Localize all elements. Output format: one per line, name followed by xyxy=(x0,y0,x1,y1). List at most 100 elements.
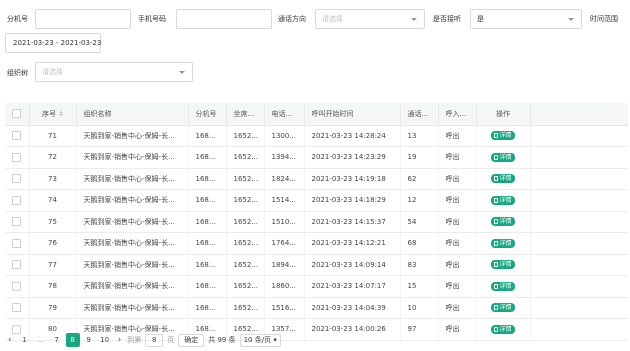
row-select-cell[interactable] xyxy=(5,232,30,255)
date-range-input[interactable]: 2021-03-23 - 2021-03-23 xyxy=(5,33,101,53)
cell-no: 72 xyxy=(29,146,77,169)
sort-icon[interactable] xyxy=(59,111,63,117)
row-select-cell[interactable] xyxy=(5,275,30,298)
chevron-right-icon[interactable]: › xyxy=(118,335,122,345)
page-9[interactable]: 9 xyxy=(82,333,96,347)
cell-phone: 1394... xyxy=(264,146,305,169)
row-checkbox[interactable] xyxy=(12,238,22,248)
row-select-cell[interactable] xyxy=(5,254,30,276)
cell-duration: 83 xyxy=(400,254,439,276)
cell-direction: 呼出 xyxy=(438,297,477,319)
page-7[interactable]: 7 xyxy=(50,333,64,347)
cell-start-time: 2021-03-23 14:12:21 xyxy=(304,232,401,255)
row-checkbox[interactable] xyxy=(12,260,22,270)
page-10[interactable]: 10 xyxy=(98,333,112,347)
row-checkbox[interactable] xyxy=(12,303,22,313)
detail-button[interactable]: 详情 xyxy=(491,324,515,334)
header-no-label: 序号 xyxy=(42,109,56,118)
cell-action: 详情 xyxy=(476,211,531,233)
header-direction: 呼入... xyxy=(438,103,477,126)
table-row: 73 天鹅到家-销售中心-保姆-长... 168... 1652... 1824... 2… xyxy=(5,168,628,190)
page-ellipsis[interactable]: ... xyxy=(34,333,48,347)
row-checkbox[interactable] xyxy=(12,152,22,162)
row-checkbox[interactable] xyxy=(12,195,22,205)
row-select-cell[interactable] xyxy=(5,146,30,169)
cell-org: 天鹅到家-销售中心-保姆-长... xyxy=(76,189,189,212)
cell-action: 详情 xyxy=(476,275,531,298)
cell-duration: 68 xyxy=(400,232,439,255)
row-select-cell[interactable] xyxy=(5,125,30,147)
table-header-row: 序号 组织名称 分机号 坐席... 电话... 呼叫开始时间 通话... 呼入.… xyxy=(5,103,628,126)
page-first[interactable]: 1 xyxy=(18,333,32,347)
detail-button[interactable]: 详情 xyxy=(491,281,515,291)
cell-org: 天鹅到家-销售中心-保姆-长... xyxy=(76,211,189,233)
ext-input[interactable] xyxy=(35,9,131,29)
detail-button-label: 详情 xyxy=(499,132,512,140)
cell-seat: 1652... xyxy=(226,232,265,255)
cell-seat: 1652... xyxy=(226,125,265,147)
row-select-cell[interactable] xyxy=(5,168,30,190)
cell-duration: 19 xyxy=(400,146,439,169)
cell-ext: 168... xyxy=(188,297,227,319)
detail-button[interactable]: 详情 xyxy=(491,303,515,313)
page-unit: 页 xyxy=(167,336,175,344)
detail-button[interactable]: 详情 xyxy=(491,195,515,205)
row-checkbox[interactable] xyxy=(12,174,22,184)
document-icon xyxy=(494,305,499,311)
cell-start-time: 2021-03-23 14:09:14 xyxy=(304,254,401,276)
direction-label: 通话方向 xyxy=(278,15,306,23)
answered-select[interactable]: 是 xyxy=(470,9,582,29)
cell-filler xyxy=(530,275,628,298)
detail-button[interactable]: 详情 xyxy=(491,238,515,248)
header-no[interactable]: 序号 xyxy=(29,103,77,126)
cell-direction: 呼出 xyxy=(438,211,477,233)
page-size-select[interactable]: 10 条/页 ▾ xyxy=(239,333,281,347)
row-checkbox[interactable] xyxy=(12,281,22,291)
table-row: 79 天鹅到家-销售中心-保姆-长... 168... 1652... 1516... 2… xyxy=(5,297,628,319)
cell-action: 详情 xyxy=(476,297,531,319)
cell-action: 详情 xyxy=(476,254,531,276)
cell-ext: 168... xyxy=(188,125,227,147)
cell-phone: 1516... xyxy=(264,297,305,319)
cell-start-time: 2021-03-23 14:28:24 xyxy=(304,125,401,147)
detail-button-label: 详情 xyxy=(499,218,512,226)
select-all-cell[interactable] xyxy=(5,103,30,126)
document-icon xyxy=(494,197,499,203)
cell-direction: 呼出 xyxy=(438,146,477,169)
phone-input[interactable] xyxy=(176,9,272,29)
select-all-checkbox[interactable] xyxy=(12,109,22,119)
detail-button[interactable]: 详情 xyxy=(491,131,515,141)
detail-button[interactable]: 详情 xyxy=(491,217,515,227)
direction-select[interactable]: 请选择 xyxy=(315,9,425,29)
document-icon xyxy=(494,262,499,268)
document-icon xyxy=(494,133,499,139)
cell-filler xyxy=(530,232,628,255)
header-filler xyxy=(530,103,628,126)
row-select-cell[interactable] xyxy=(5,189,30,212)
call-records-table: 序号 组织名称 分机号 坐席... 电话... 呼叫开始时间 通话... 呼入.… xyxy=(5,103,628,341)
cell-no: 75 xyxy=(29,211,77,233)
cell-no: 73 xyxy=(29,168,77,190)
detail-button[interactable]: 详情 xyxy=(491,174,515,184)
row-checkbox[interactable] xyxy=(12,131,22,141)
row-select-cell[interactable] xyxy=(5,211,30,233)
table-row: 78 天鹅到家-销售中心-保姆-长... 168... 1652... 1860... 2… xyxy=(5,275,628,298)
answered-label: 是否接听 xyxy=(433,15,461,23)
cell-duration: 62 xyxy=(400,168,439,190)
org-select[interactable]: 请选择 xyxy=(35,62,193,82)
cell-ext: 168... xyxy=(188,254,227,276)
header-duration: 通话... xyxy=(400,103,439,126)
chevron-left-icon[interactable]: ‹ xyxy=(8,335,12,345)
cell-action: 详情 xyxy=(476,232,531,255)
row-select-cell[interactable] xyxy=(5,297,30,319)
goto-page-input[interactable]: 8 xyxy=(145,333,164,347)
cell-filler xyxy=(530,146,628,169)
row-checkbox[interactable] xyxy=(12,217,22,227)
time-label: 时间范围 xyxy=(590,15,618,23)
confirm-button[interactable]: 确定 xyxy=(178,333,205,347)
page-8-current[interactable]: 8 xyxy=(65,333,80,347)
detail-button[interactable]: 详情 xyxy=(491,152,515,162)
cell-action: 详情 xyxy=(476,189,531,212)
detail-button[interactable]: 详情 xyxy=(491,260,515,270)
phone-label: 手机号码 xyxy=(138,15,166,23)
